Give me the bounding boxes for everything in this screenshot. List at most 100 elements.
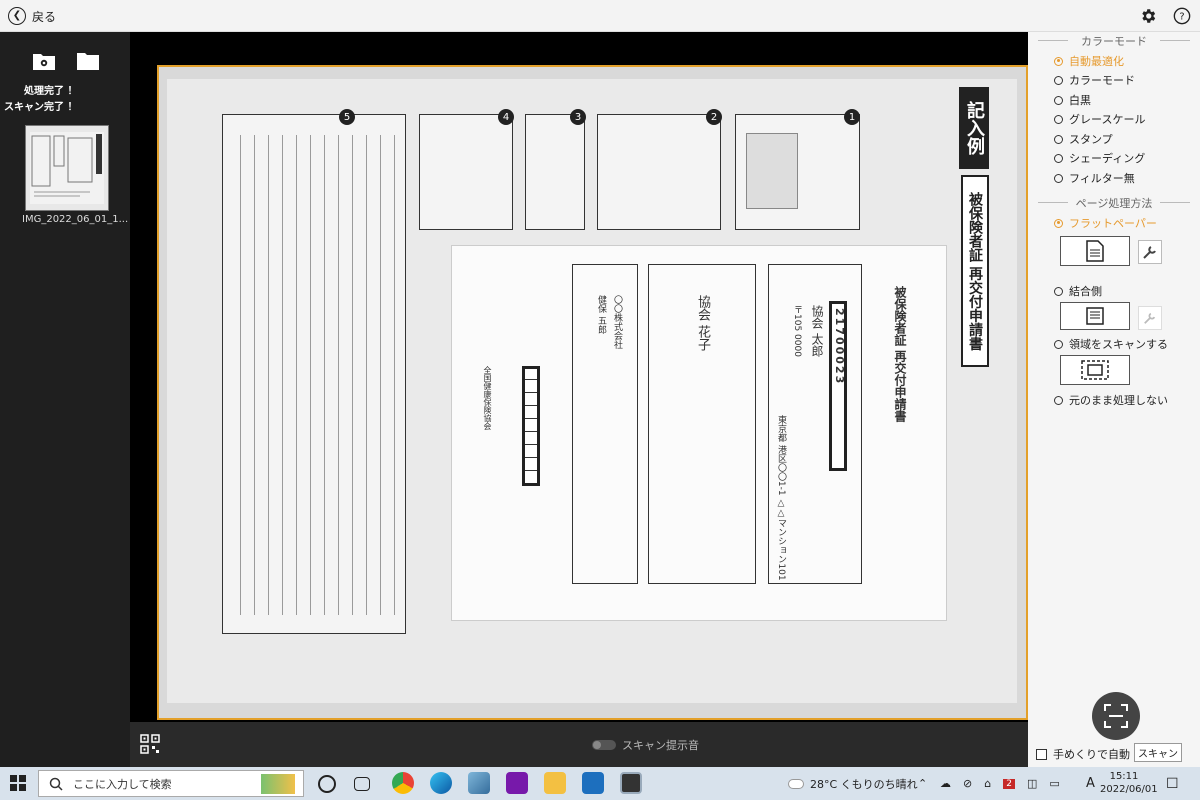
option-label: スタンプ [1069,133,1113,146]
page-method-title: ページ処理方法 [1028,195,1200,211]
bottom-bar: スキャン提示音 [130,722,1028,767]
chrome-icon[interactable] [392,772,414,794]
region-scan-button[interactable] [1060,355,1130,385]
code-box [522,366,540,486]
network-icon[interactable]: ⌂ [984,777,991,790]
color-option-nofilter[interactable]: フィルター無 [1054,170,1135,186]
book-icon [1086,307,1104,325]
scan-button[interactable] [1092,692,1140,740]
ime-indicator[interactable]: A [1086,767,1095,800]
weather-widget[interactable]: 28°C くもりのち晴れ [788,767,918,800]
scan-icon [1104,704,1128,728]
binding-button[interactable] [1060,302,1130,330]
wrench-icon[interactable] [1138,240,1162,264]
tray-chevron-icon[interactable]: ⌃ [918,767,927,800]
taskbar: ここに入力して検索 28°C くもりのち晴れ ⌃ ☁ ⊘ ⌂ 2 ◫ ▭ A 1… [0,767,1200,800]
radio-button[interactable] [1054,114,1063,124]
radio-button[interactable] [1054,95,1063,105]
taskbar-search-input[interactable]: ここに入力して検索 [38,770,304,797]
color-option-stamp[interactable]: スタンプ [1054,131,1113,147]
card-image [746,133,798,209]
page-option-binding[interactable]: 結合側 [1054,283,1102,299]
thumbnail-label: IMG_2022_06_01_1... [22,214,129,225]
color-mode-title: カラーモード [1028,33,1200,49]
photos-icon[interactable] [582,772,604,794]
gear-icon[interactable] [1138,6,1158,26]
option-label: グレースケール [1069,113,1146,126]
notification-center-icon[interactable]: ☐ [1166,767,1179,800]
qr-code-icon[interactable] [140,734,160,754]
security-icon[interactable]: ⊘ [963,777,972,790]
task-view-icon[interactable] [354,777,370,791]
radio-button[interactable] [1054,339,1063,349]
help-icon[interactable]: ? [1172,6,1192,26]
windows-start-icon[interactable] [10,775,26,791]
search-icon [49,777,63,791]
weather-text: 28°C くもりのち晴れ [810,777,918,791]
option-label: 白黒 [1069,94,1091,107]
battery-icon[interactable]: ▭ [1049,777,1059,790]
employer-section: 〇〇株式会社 健保 五郎 [572,264,638,584]
color-option-shading[interactable]: シェーディング [1054,150,1145,166]
back-arrow-icon: ❮ [8,7,26,25]
color-option-bw[interactable]: 白黒 [1054,92,1091,108]
radio-button[interactable] [1054,286,1063,296]
radio-button[interactable] [1054,218,1063,228]
step-number-5: 5 [339,109,355,125]
scan-prompt-label: スキャン提示音 [622,739,699,752]
color-option-gray[interactable]: グレースケール [1054,111,1145,127]
radio-button[interactable] [1054,395,1063,405]
back-label: 戻る [32,9,57,24]
form-title: 被保険者証 再交付申請書 [893,286,907,423]
file-explorer-icon[interactable] [544,772,566,794]
clock-time: 15:11 [1109,771,1139,782]
instruction-box-3: 3 [525,109,586,230]
number-box-value: 21700023 [833,308,846,386]
onedrive-icon[interactable]: ☁ [940,777,951,790]
right-panel: カラーモード 自動最適化 カラーモード 白黒 グレースケール スタンプ シェーデ… [1028,32,1200,767]
number-box: 21700023 [829,301,847,471]
checkbox[interactable] [1036,748,1047,760]
manager-name: 健保 五郎 [596,295,606,334]
option-label: 結合側 [1069,285,1102,298]
folder-icon[interactable] [76,50,100,72]
color-option-color[interactable]: カラーモード [1054,72,1135,88]
instruction-box-4: 4 [419,109,514,230]
address: 東京都 港区〇〇1-1 △△マンション101 [776,415,786,581]
page-option-flat[interactable]: フラットペーパー [1054,215,1157,231]
option-label: 元のまま処理しない [1069,394,1168,407]
postal-code: 〒105 0000 [792,305,802,357]
page-option-original[interactable]: 元のまま処理しない [1054,392,1168,408]
insured-section: 21700023 協会 太郎 〒105 0000 東京都 港区〇〇1-1 △△マ… [768,264,862,584]
radio-button[interactable] [1054,153,1063,163]
notification-badge[interactable]: 2 [1003,778,1015,789]
step-number-4: 4 [498,109,514,125]
scanner-app-icon[interactable] [620,772,642,794]
folder-settings-icon[interactable] [32,50,56,72]
edge-icon[interactable] [430,772,452,794]
app-icon[interactable] [468,772,490,794]
toggle-switch[interactable] [592,740,616,750]
color-option-auto[interactable]: 自動最適化 [1054,53,1124,69]
option-label: フィルター無 [1069,172,1135,185]
scan-prompt-toggle[interactable]: スキャン提示音 [592,737,699,753]
option-label: 自動最適化 [1069,55,1124,68]
scanned-document[interactable]: 記入例 被保険者証 再交付申請書 1 2 3 4 5 被保険者証 再交付申請書 … [157,65,1028,720]
document-page: 記入例 被保険者証 再交付申請書 1 2 3 4 5 被保険者証 再交付申請書 … [167,79,1017,703]
step-number-3: 3 [570,109,586,125]
system-clock[interactable]: 15:11 2022/06/01 [1100,770,1158,796]
back-button[interactable]: ❮ 戻る [8,6,56,26]
radio-button[interactable] [1054,56,1063,66]
radio-button[interactable] [1054,75,1063,85]
insured-name: 協会 太郎 [810,305,824,357]
radio-button[interactable] [1054,173,1063,183]
onenote-icon[interactable] [506,772,528,794]
volume-icon[interactable]: ◫ [1027,777,1037,790]
manual-page-turn-checkbox[interactable]: 手めくりで自動 [1036,746,1130,762]
radio-button[interactable] [1054,134,1063,144]
flat-paper-button[interactable] [1060,236,1130,266]
page-option-region[interactable]: 領域をスキャンする [1054,336,1168,352]
scan-thumbnail[interactable] [25,125,109,211]
cortana-icon[interactable] [318,775,336,793]
option-label: シェーディング [1069,152,1146,165]
